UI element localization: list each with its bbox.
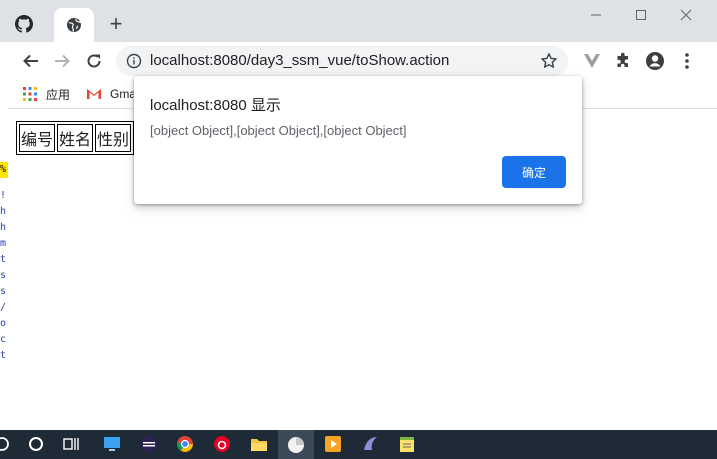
- maximize-button[interactable]: [631, 6, 651, 26]
- taskbar-notes-app[interactable]: [397, 434, 417, 454]
- alert-dialog: localhost:8080 显示 [object Object],[objec…: [134, 76, 582, 204]
- reload-button[interactable]: [83, 50, 105, 72]
- edge-char: m: [0, 238, 7, 249]
- extensions-button[interactable]: [613, 51, 633, 71]
- arrow-right-icon: [55, 54, 70, 68]
- edge-char: t: [0, 254, 7, 265]
- search-taskbar-button[interactable]: [0, 434, 12, 454]
- cortana-icon: [29, 437, 43, 451]
- taskbar-media-player-app[interactable]: [323, 434, 343, 454]
- edge-char: o: [0, 318, 7, 329]
- account-icon: [646, 52, 664, 70]
- task-view-icon: [63, 438, 79, 450]
- dialog-message: [object Object],[object Object],[object …: [150, 123, 407, 138]
- edge-char: s: [0, 286, 7, 297]
- github-icon: [15, 15, 33, 33]
- bookmark-apps[interactable]: 应用: [22, 85, 70, 103]
- eclipse-icon: [141, 436, 157, 452]
- info-icon[interactable]: [126, 53, 142, 69]
- puzzle-icon: [617, 52, 628, 67]
- edge-char: !: [0, 190, 7, 201]
- url-text[interactable]: localhost:8080/day3_ssm_vue/toShow.actio…: [150, 52, 449, 70]
- edge-char: %: [0, 162, 8, 178]
- menu-button[interactable]: [677, 51, 697, 71]
- forward-button[interactable]: [51, 50, 73, 72]
- tab-strip: +: [0, 0, 717, 42]
- media-player-icon: [325, 436, 341, 452]
- globe-icon: [67, 18, 82, 32]
- taskbar-desktop-app[interactable]: [102, 434, 122, 454]
- search-icon: [0, 437, 9, 451]
- more-vert-icon: [685, 53, 689, 69]
- active-tab[interactable]: [54, 8, 94, 42]
- ok-button[interactable]: 确定: [502, 156, 566, 188]
- bookmark-label: 应用: [46, 87, 71, 102]
- edge-char: s: [0, 270, 7, 281]
- bookmark-gmail[interactable]: Gma: [86, 85, 136, 103]
- app-pie-icon: [288, 436, 304, 453]
- address-bar[interactable]: localhost:8080/day3_ssm_vue/toShow.actio…: [116, 46, 568, 76]
- gmail-icon: [87, 89, 101, 99]
- taskbar-file-explorer-app[interactable]: [249, 434, 269, 454]
- reload-icon: [87, 54, 101, 68]
- back-button[interactable]: [20, 50, 42, 72]
- notepad-icon: [400, 437, 414, 452]
- new-tab-button[interactable]: +: [104, 12, 128, 36]
- vue-devtools-button[interactable]: [582, 51, 602, 71]
- column-header-name: 姓名: [57, 124, 94, 152]
- column-header-id: 编号: [19, 124, 56, 152]
- taskbar-active-app[interactable]: [278, 430, 314, 459]
- vue-icon: [584, 54, 600, 68]
- chrome-icon: [176, 436, 193, 452]
- taskbar-idea-app[interactable]: [360, 434, 380, 454]
- maximize-icon: [636, 10, 646, 20]
- column-header-gender: 性别: [95, 124, 132, 152]
- minimize-button[interactable]: [586, 6, 606, 26]
- bookmark-star-icon[interactable]: [540, 52, 558, 70]
- cortana-button[interactable]: [26, 434, 46, 454]
- apps-grid-icon: [23, 87, 37, 101]
- minimize-icon: [591, 14, 601, 16]
- background-window-edge: % ! h h m t s s / o c t: [0, 80, 8, 430]
- edge-char: c: [0, 334, 7, 345]
- data-table: 编号 姓名 性别: [16, 121, 135, 155]
- folder-icon: [251, 439, 267, 451]
- dialog-title: localhost:8080 显示: [150, 97, 281, 114]
- browser-toolbar: localhost:8080/day3_ssm_vue/toShow.actio…: [0, 42, 717, 80]
- task-view-button[interactable]: [62, 434, 82, 454]
- swirl-app-icon: [364, 437, 377, 450]
- taskbar: [0, 430, 717, 459]
- edge-char: h: [0, 222, 7, 233]
- monitor-icon: [104, 437, 120, 451]
- taskbar-netease-music-app[interactable]: [212, 434, 232, 454]
- edge-char: t: [0, 350, 7, 361]
- table-header-row: 编号 姓名 性别: [19, 124, 132, 152]
- netease-music-icon: [214, 436, 230, 452]
- taskbar-eclipse-app[interactable]: [139, 434, 159, 454]
- profile-button[interactable]: [645, 51, 665, 71]
- edge-char: h: [0, 206, 7, 217]
- close-icon: [680, 9, 692, 21]
- arrow-left-icon: [23, 54, 38, 68]
- github-tab[interactable]: [12, 12, 36, 36]
- close-window-button[interactable]: [676, 6, 696, 26]
- bookmark-label: Gma: [110, 87, 137, 101]
- edge-char: /: [0, 302, 7, 313]
- taskbar-chrome-app[interactable]: [175, 434, 195, 454]
